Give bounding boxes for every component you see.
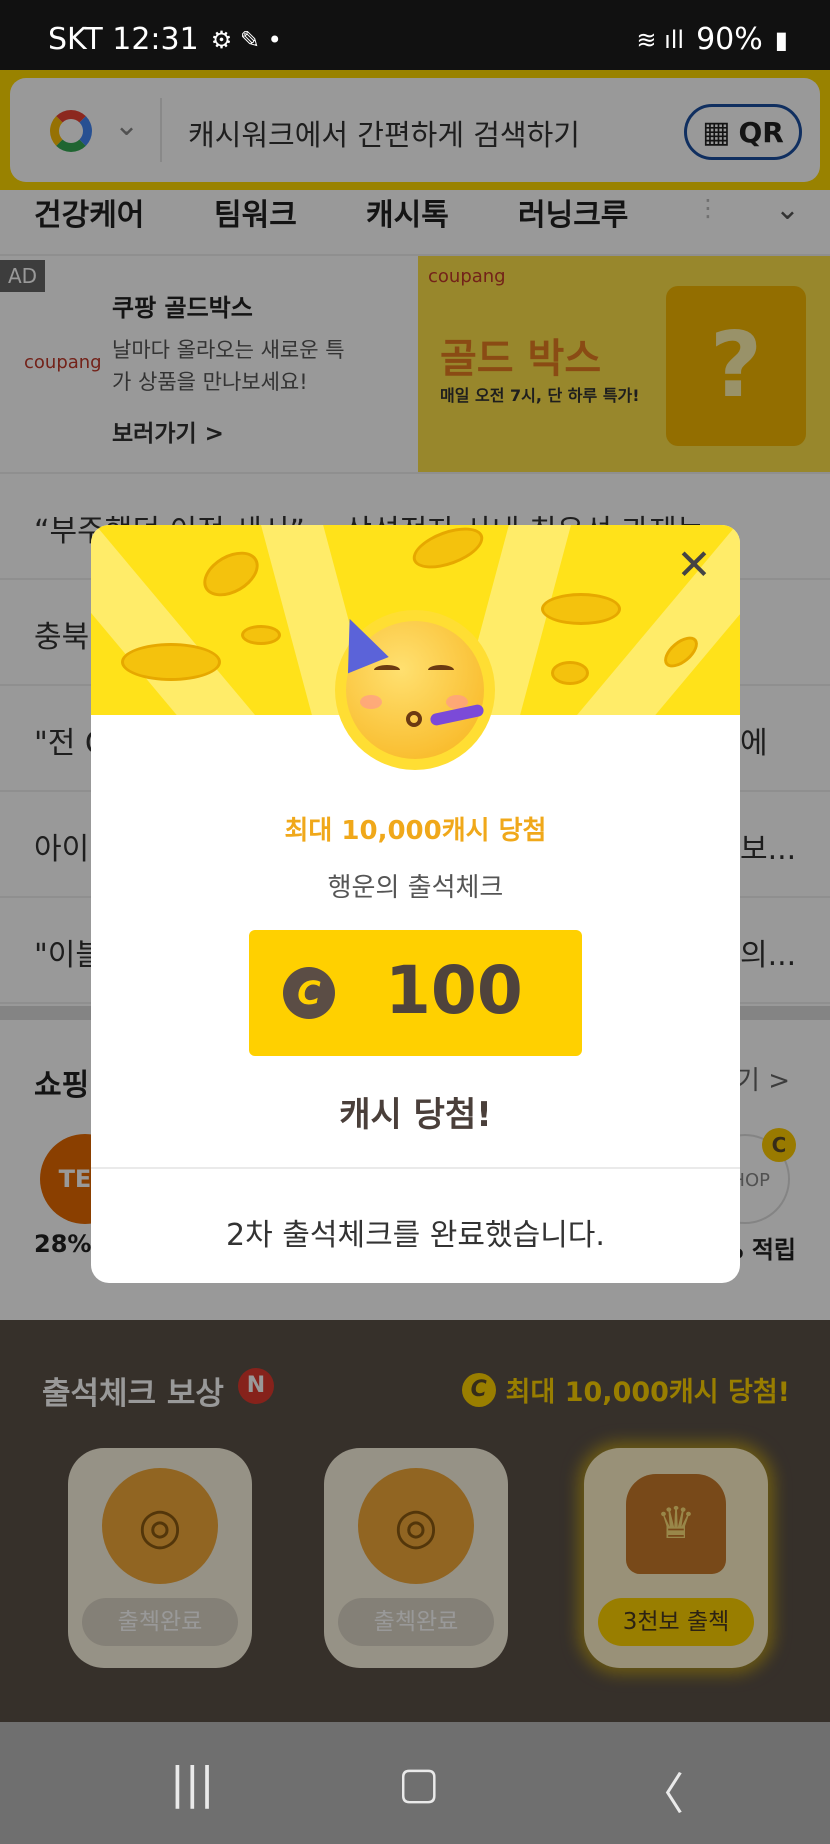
carrier-time: SKT 12:31 [48,22,199,57]
battery-level: 90% [696,22,763,57]
coin-icon [541,593,621,625]
modal-footer-message: 2차 출석체크를 완료했습니다. [226,1218,605,1253]
modal-result: 캐시 당첨! [339,1095,492,1135]
cash-coin-icon: C [283,967,335,1019]
coin-icon [407,525,489,577]
emoji-mouth [406,711,422,727]
coin-icon [121,643,221,681]
reward-modal: ✕ 최대 10,000캐시 당첨 행운의 출석체크 C 100 캐시 당첨! 2… [91,525,740,1283]
recent-apps-icon[interactable]: ||| [170,1758,214,1809]
status-bar: SKT 12:31 ⚙ ✎ • ≋ ıll 90% ▮ [0,0,830,70]
emoji-eye [374,665,400,675]
modal-subtitle: 행운의 출석체크 [327,873,504,903]
modal-divider [91,1167,740,1169]
emoji-eye [428,665,454,675]
navigation-bar: ||| ▢ 〈 [0,1722,830,1844]
notification-icons: ⚙ ✎ • [210,25,282,54]
wifi-signal-icon: ≋ ıll [636,25,685,54]
battery-icon: ▮ [774,25,788,54]
emoji-cheek [360,695,382,709]
close-icon[interactable]: ✕ [670,541,718,589]
coin-icon [195,542,267,606]
back-icon[interactable]: 〈 [640,1758,684,1822]
coin-icon [551,661,589,685]
coin-icon [241,625,281,645]
reward-amount-box: C 100 [249,930,582,1056]
home-icon[interactable]: ▢ [398,1758,440,1809]
reward-amount: 100 [385,952,523,1029]
modal-headline: 최대 10,000캐시 당첨 [284,816,547,846]
